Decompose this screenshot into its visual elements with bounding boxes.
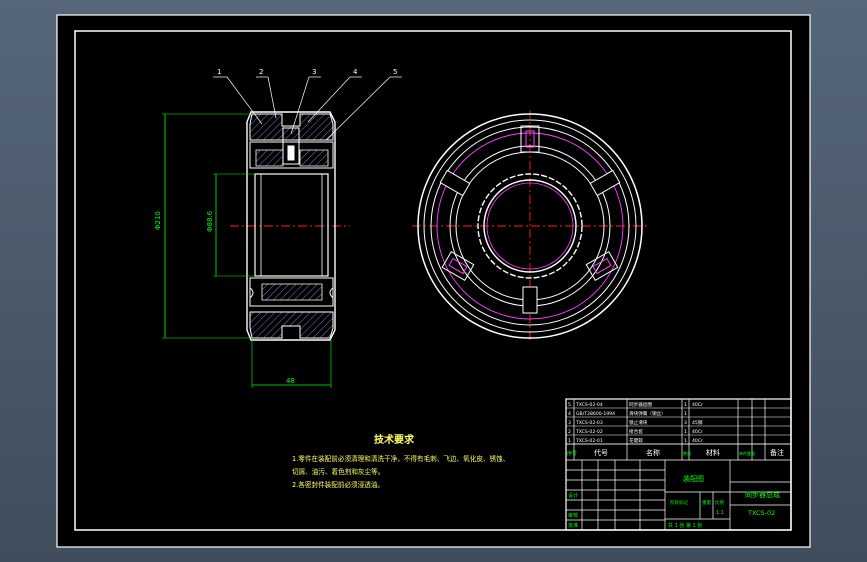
tb-designer-label: 设计 [568,492,578,499]
tb-header-weight: 单件重量 [739,450,755,456]
tb-scale-value: 1:1 [716,510,724,516]
hub-lower-hatch [261,283,323,301]
parts-cell-material: 40Cr [692,438,703,444]
drawing-canvas[interactable]: Φ210 Φ88.6 48 1 2 3 4 5 技术要求 1.零件在装配前必须清… [0,0,867,562]
cad-viewport[interactable]: Φ210 Φ88.6 48 1 2 3 4 5 技术要求 1.零件在装配前必须清… [0,0,867,562]
parts-cell-material: 40Cr [692,429,703,435]
sheet-background [56,14,811,548]
slider-spring [287,145,295,161]
parts-cell-qty: 3 [684,420,687,426]
parts-cell-material: 45钢 [692,419,703,426]
tb-header-remark: 备注 [770,448,784,457]
tb-weight-label: 重量 [702,499,711,506]
parts-cell-no: 5 [568,402,571,408]
tb-header-name: 名称 [646,448,660,457]
parts-cell-code: TXCS-02-02 [575,429,603,435]
tech-title: 技术要求 [374,433,415,446]
tb-assembly-name: 装配图 [683,474,704,483]
tb-sheet-info: 共 1 张 第 1 张 [668,522,702,529]
parts-cell-qty: 1 [684,438,687,444]
parts-cell-name: 滑块弹簧（钢丝） [629,410,666,417]
parts-cell-code: GB/T28600-1994 [576,411,615,417]
parts-cell-no: 3 [568,420,571,426]
tb-header-no: 序号 [567,450,577,457]
parts-cell-qty: 1 [684,402,687,408]
balloon-5: 5 [393,68,397,76]
balloon-4: 4 [353,68,358,76]
parts-cell-no: 4 [568,411,571,417]
tech-line-1: 1.零件在装配前必须清理和清洗干净，不得有毛刺、飞边、氧化皮、锈蚀、 [292,454,509,463]
dim-height-text: Φ210 [154,211,162,230]
balloon-2: 2 [259,68,263,76]
dim-bore-text: Φ88.6 [206,210,214,232]
tb-revision-label: 阶段标记 [670,499,688,506]
dim-width-text: 48 [286,377,295,385]
parts-cell-code: TXCS-02-03 [575,420,603,426]
parts-cell-code: TXCS-02-04 [575,402,603,408]
tech-line-2: 切屑、油污、着色剂和灰尘等。 [292,467,384,476]
balloon-1: 1 [217,68,221,76]
tb-drawing-code: TXCS-02 [747,509,775,517]
parts-cell-name: 锁止滑块 [629,419,648,426]
parts-cell-code: TXCS-02-01 [575,438,603,444]
parts-cell-name: 接合套 [629,428,643,435]
tb-scale-label: 比例 [715,499,724,506]
parts-cell-qty: 1 [684,411,687,417]
parts-cell-name: 花键毂 [629,437,643,444]
tb-header-material: 材料 [706,448,720,457]
parts-cell-no: 2 [568,429,571,435]
tb-checker-label: 审核 [568,512,578,519]
tb-header-qty: 数量 [683,450,691,456]
parts-cell-no: 1 [568,438,571,444]
tb-approver-label: 批准 [568,522,578,529]
tb-header-code: 代号 [594,448,608,457]
parts-cell-qty: 1 [684,429,687,435]
balloon-3: 3 [312,68,316,76]
parts-cell-name: 同步器齿圈 [629,402,652,408]
tech-line-3: 2.各密封件装配前必须浸透油。 [292,480,384,489]
tb-product-name: 同步器总成 [745,490,780,499]
parts-cell-material: 40Cr [692,402,703,408]
